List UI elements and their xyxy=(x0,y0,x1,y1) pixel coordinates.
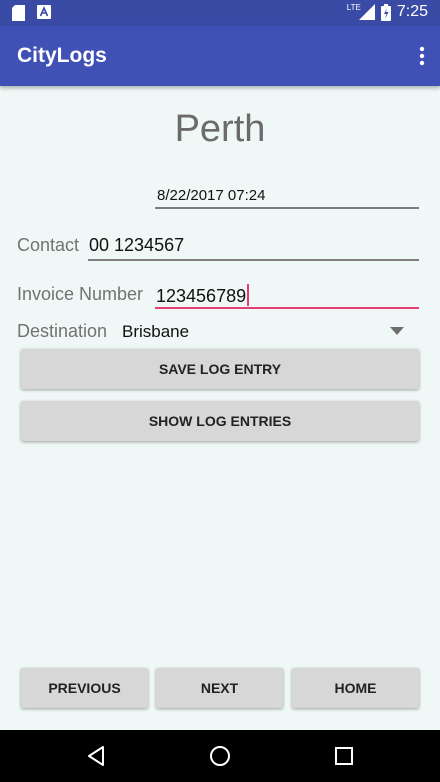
recents-icon[interactable] xyxy=(332,744,356,768)
signal-icon xyxy=(358,4,375,20)
contact-label: Contact xyxy=(17,235,80,255)
destination-label: Destination xyxy=(17,321,108,341)
status-time: 7:25 xyxy=(396,3,428,20)
text-cursor xyxy=(247,284,250,306)
invoice-value: 123456789 xyxy=(156,286,247,306)
destination-spinner[interactable]: Brisbane xyxy=(122,322,189,342)
home-button[interactable]: HOME xyxy=(292,668,419,708)
navigation-bar xyxy=(0,730,440,782)
network-type-label: LTE xyxy=(346,2,361,12)
app-notification-icon xyxy=(37,5,51,19)
overflow-menu-icon[interactable] xyxy=(418,45,426,67)
app-bar: CityLogs xyxy=(0,26,440,86)
home-circle-icon[interactable] xyxy=(208,744,232,768)
chevron-down-icon[interactable] xyxy=(390,327,404,335)
contact-input[interactable]: 00 1234567 xyxy=(89,235,184,256)
datetime-underline xyxy=(155,207,419,209)
status-bar: LTE 7:25 xyxy=(0,0,440,26)
battery-icon xyxy=(380,3,391,21)
sd-card-icon xyxy=(12,5,25,21)
invoice-label: Invoice Number xyxy=(17,284,144,304)
invoice-underline xyxy=(155,307,419,309)
next-button[interactable]: NEXT xyxy=(156,668,283,708)
contact-underline xyxy=(88,259,419,261)
save-log-entry-button[interactable]: SAVE LOG ENTRY xyxy=(21,349,419,389)
invoice-input[interactable]: 123456789 xyxy=(156,284,250,307)
app-title: CityLogs xyxy=(17,44,107,67)
datetime-field[interactable]: 8/22/2017 07:24 xyxy=(157,187,265,204)
city-title: Perth xyxy=(174,108,266,150)
show-log-entries-button[interactable]: SHOW LOG ENTRIES xyxy=(21,401,419,441)
previous-button[interactable]: PREVIOUS xyxy=(21,668,148,708)
back-icon[interactable] xyxy=(84,744,108,768)
